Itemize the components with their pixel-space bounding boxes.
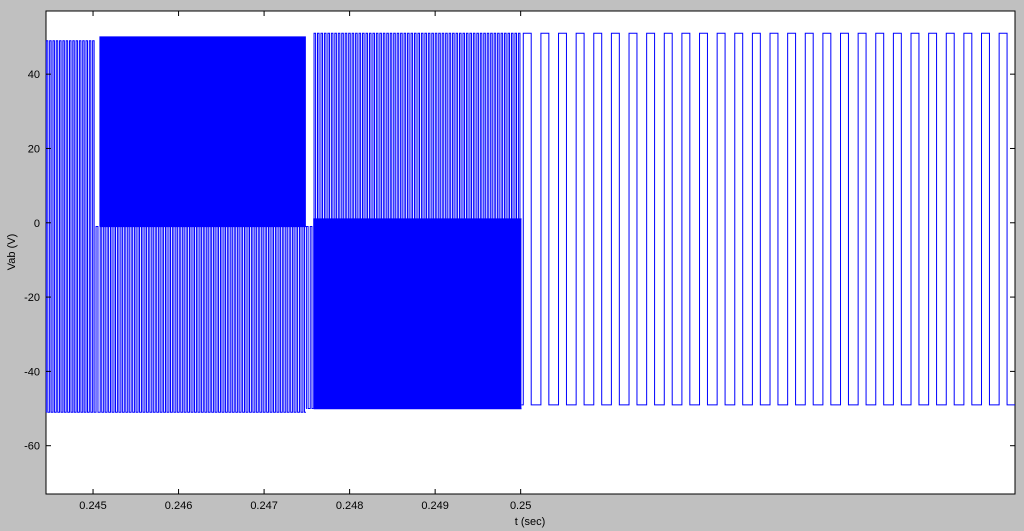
x-tick-label: 0.246 [165, 500, 193, 512]
chart-figure: 0.245 0.246 0.247 0.248 0.249 0.25 40 20 0 -20 -4… [6, 10, 1016, 528]
waveform-segment-6 [313, 218, 522, 410]
y-tick-label: 20 [28, 143, 40, 155]
waveform-segment-5 [313, 32, 522, 220]
x-tick-labels: 0.245 0.246 0.247 0.248 0.249 0.25 [79, 500, 531, 512]
x-tick-label: 0.245 [79, 500, 107, 512]
x-tick-label: 0.248 [336, 500, 364, 512]
y-tick-labels: 40 20 0 -20 -40 -60 [24, 69, 40, 453]
y-tick-label: -40 [24, 366, 40, 378]
waveform-segment-2 [99, 36, 306, 228]
y-tick-label: -60 [24, 441, 40, 453]
x-tick-label: 0.247 [250, 500, 278, 512]
waveform-segment-3 [99, 225, 306, 413]
y-tick-label: 0 [34, 218, 40, 230]
y-tick-label: -20 [24, 292, 40, 304]
x-axis-label: t (sec) [515, 516, 546, 528]
x-tick-label: 0.249 [421, 500, 449, 512]
x-tick-label: 0.25 [510, 500, 531, 512]
y-tick-label: 40 [28, 69, 40, 81]
y-axis-label: Vab (V) [6, 234, 18, 270]
